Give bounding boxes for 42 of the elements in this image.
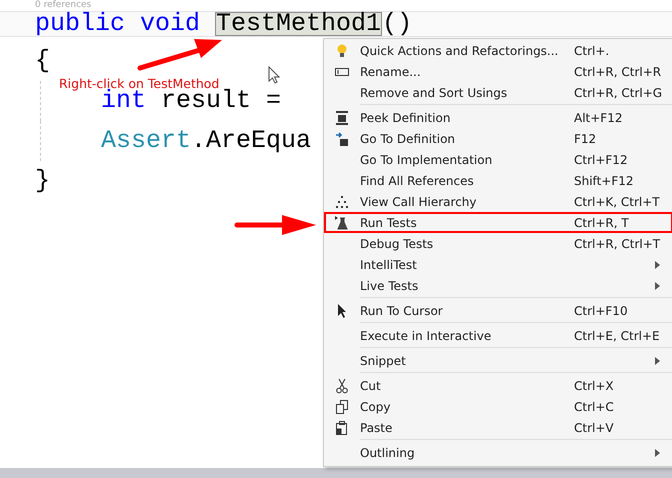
menu-item[interactable]: Go To Definition F12: [324, 128, 672, 149]
pointer-icon: [268, 66, 280, 84]
menu-item[interactable]: Execute in Interactive Ctrl+E, Ctrl+E: [324, 321, 672, 346]
method-name: TestMethod1: [215, 12, 382, 36]
menu-item[interactable]: View Call Hierarchy Ctrl+K, Ctrl+T: [324, 191, 672, 212]
menu-item[interactable]: Run To Cursor Ctrl+F10: [324, 296, 672, 321]
menu-item[interactable]: Find All References Shift+F12: [324, 170, 672, 191]
code-text: (): [382, 11, 412, 37]
submenu-arrow-icon: [655, 260, 660, 268]
class-name: Assert: [101, 128, 192, 154]
submenu-arrow-icon: [655, 282, 660, 290]
menu-item[interactable]: Outlining: [324, 438, 672, 463]
arrow-icon: [334, 130, 350, 146]
hierarchy-icon: [334, 194, 350, 210]
code-keyword: int: [101, 88, 146, 114]
cut-icon: [334, 378, 350, 394]
submenu-arrow-icon: [655, 356, 660, 364]
menu-item[interactable]: Copy Ctrl+C: [324, 396, 672, 417]
scrollbar[interactable]: [0, 468, 672, 478]
menu-item[interactable]: Debug Tests Ctrl+R, Ctrl+T: [324, 233, 672, 254]
code-text: }: [35, 168, 50, 194]
menu-item[interactable]: Live Tests: [324, 275, 672, 296]
paste-icon: [334, 420, 350, 436]
menu-item[interactable]: Rename... Ctrl+R, Ctrl+R: [324, 61, 672, 82]
menu-item[interactable]: Cut Ctrl+X: [324, 371, 672, 396]
peek-icon: [334, 110, 350, 126]
code-text: .AreEqua: [191, 128, 312, 154]
menu-item[interactable]: IntelliTest: [324, 254, 672, 275]
menu-item[interactable]: Paste Ctrl+V: [324, 417, 672, 438]
menu-item[interactable]: Snippet: [324, 346, 672, 371]
submenu-arrow-icon: [655, 448, 660, 456]
flask-icon: [334, 214, 350, 230]
code-text: result =: [161, 88, 282, 114]
annotation-label: Right-click on TestMethod: [59, 76, 220, 91]
menu-item[interactable]: Peek Definition Alt+F12: [324, 103, 672, 128]
menu-item[interactable]: Go To Implementation Ctrl+F12: [324, 149, 672, 170]
menu-item[interactable]: Remove and Sort Usings Ctrl+R, Ctrl+G: [324, 82, 672, 103]
code-text: {: [35, 48, 50, 74]
menu-item[interactable]: Run Tests Ctrl+R, T: [324, 212, 672, 233]
code-keyword: public void: [35, 11, 202, 37]
menu-item[interactable]: Quick Actions and Refactorings... Ctrl+.: [324, 40, 672, 61]
copy-icon: [334, 398, 350, 414]
